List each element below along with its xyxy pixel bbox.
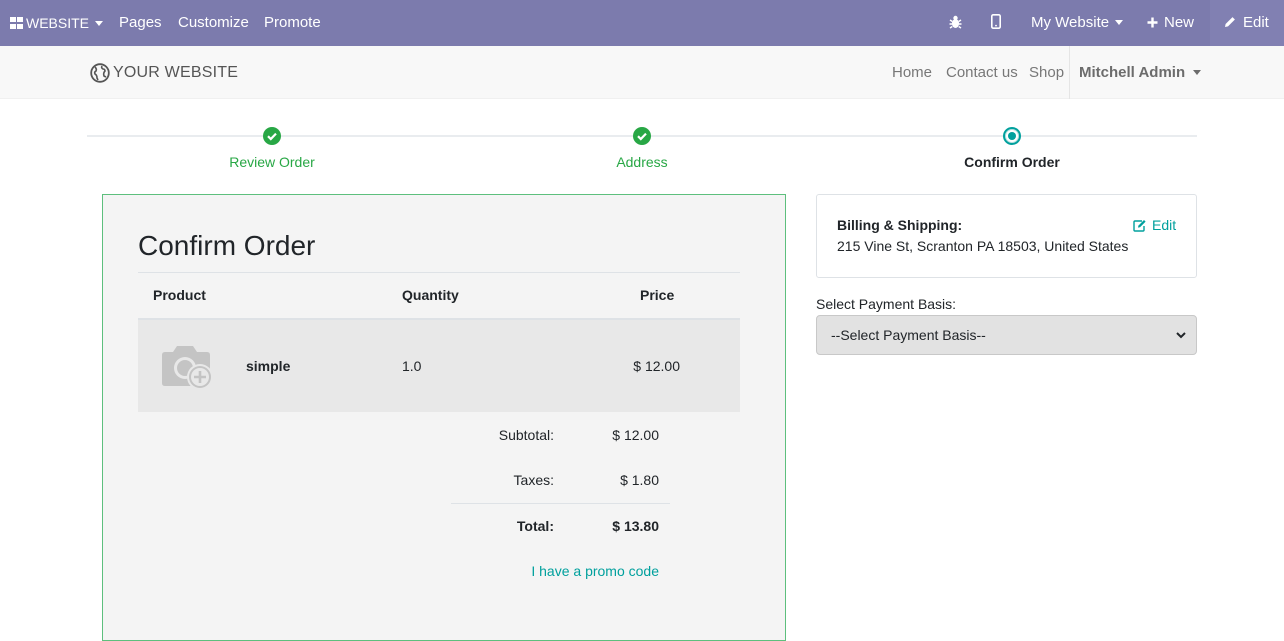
promo-code-link[interactable]: I have a promo code [450,563,659,579]
step-confirm-order: Confirm Order [964,154,1060,170]
product-quantity: 1.0 [402,358,422,374]
customize-menu[interactable]: Customize [178,0,249,46]
edit-icon [1133,219,1146,232]
payment-basis-select[interactable]: --Select Payment Basis-- [816,315,1197,355]
subtotal-label: Subtotal: [498,427,554,443]
new-button[interactable]: New [1147,0,1194,46]
total-value: $ 13.80 [612,518,659,534]
plus-icon [1147,17,1158,28]
divider [138,272,740,273]
column-header-product: Product [153,287,206,303]
promote-menu[interactable]: Promote [264,0,321,46]
billing-title: Billing & Shipping: [837,217,963,233]
nav-contact-us[interactable]: Contact us [946,46,1018,99]
logo-text: YOUR WEBSITE [113,64,239,81]
taxes-value: $ 1.80 [620,472,659,488]
globe-icon [90,63,110,83]
apps-grid-icon [10,17,23,29]
product-price: $ 12.00 [633,358,680,374]
billing-edit-link[interactable]: Edit [1133,217,1176,233]
product-name[interactable]: simple [246,358,290,374]
column-header-quantity: Quantity [402,287,459,303]
edit-label: Edit [1243,14,1269,31]
my-website-label: My Website [1031,14,1110,31]
new-label: New [1164,14,1195,31]
step-address[interactable]: Address [552,154,732,170]
payment-basis-label: Select Payment Basis: [816,296,957,312]
chevron-down-icon [1115,19,1124,25]
nav-home[interactable]: Home [892,46,932,99]
website-menu-label: WEBSITE [26,15,90,31]
subtotal-value: $ 12.00 [612,427,659,443]
chevron-down-icon [1193,69,1202,75]
billing-edit-label: Edit [1152,217,1177,233]
pencil-icon [1225,17,1235,27]
payment-basis-selected: --Select Payment Basis-- [831,327,986,343]
site-header: YOUR WEBSITE Home Contact us Shop Mitche… [0,46,1284,99]
my-website-menu[interactable]: My Website [1031,0,1124,46]
chevron-down-icon [1176,332,1186,339]
billing-address: 215 Vine St, Scranton PA 18503, United S… [837,238,1129,254]
user-menu[interactable]: Mitchell Admin [1069,46,1202,99]
site-logo[interactable]: YOUR WEBSITE [90,60,238,86]
step-review-order[interactable]: Review Order [182,154,362,170]
pages-menu[interactable]: Pages [119,0,162,46]
total-label: Total: [516,518,554,534]
bug-icon [949,15,962,29]
current-step-dot-icon [1003,127,1021,145]
mobile-preview-button[interactable] [991,0,1001,46]
website-menu[interactable]: WEBSITE [10,0,104,46]
divider [451,503,670,504]
admin-top-bar: WEBSITE Pages Customize Promote My Websi… [0,0,1284,46]
edit-button[interactable]: Edit [1224,0,1269,46]
check-circle-icon [633,127,651,145]
camera-plus-icon [160,343,216,391]
page-title: Confirm Order [138,230,316,261]
nav-shop[interactable]: Shop [1029,46,1064,99]
taxes-label: Taxes: [513,472,554,488]
check-circle-icon [263,127,281,145]
user-name: Mitchell Admin [1079,64,1186,81]
debug-button[interactable] [949,0,962,46]
chevron-down-icon [95,20,104,26]
column-header-price: Price [640,287,675,303]
mobile-icon [991,14,1001,29]
billing-shipping-card [816,194,1197,278]
